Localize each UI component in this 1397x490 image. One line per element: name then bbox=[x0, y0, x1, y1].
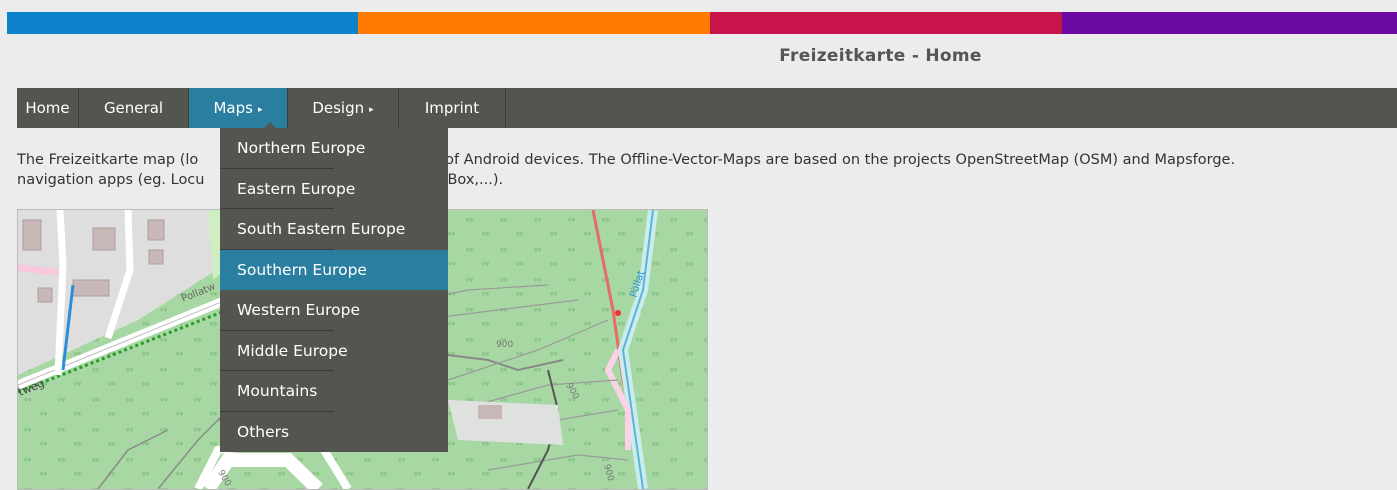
menu-item-eastern-europe[interactable]: Eastern Europe bbox=[220, 169, 448, 209]
intro-line-1a: The Freizeitkarte map (lo bbox=[17, 152, 199, 168]
main-nav: Home General Maps ▸ Design ▸ Imprint bbox=[17, 88, 1397, 128]
nav-general[interactable]: General bbox=[79, 88, 189, 128]
nav-home[interactable]: Home bbox=[17, 88, 79, 128]
map-label-contour1: 900 bbox=[496, 340, 513, 350]
menu-item-label: Others bbox=[237, 422, 290, 441]
nav-maps-label: Maps bbox=[213, 99, 253, 117]
nav-imprint[interactable]: Imprint bbox=[399, 88, 506, 128]
menu-item-label: Middle Europe bbox=[237, 341, 348, 360]
menu-item-middle-europe[interactable]: Middle Europe bbox=[220, 331, 448, 371]
menu-item-south-eastern-europe[interactable]: South Eastern Europe bbox=[220, 209, 448, 250]
color-bar-red bbox=[710, 12, 1062, 34]
menu-item-southern-europe[interactable]: Southern Europe bbox=[220, 249, 448, 290]
menu-item-label: Mountains bbox=[237, 382, 318, 400]
menu-item-western-europe[interactable]: Western Europe bbox=[220, 290, 448, 331]
page-title: Freizeitkarte - Home bbox=[779, 46, 982, 66]
intro-line-1b: users of Android devices. The Offline-Ve… bbox=[401, 152, 1236, 168]
color-bar bbox=[7, 12, 1397, 34]
menu-item-label: Eastern Europe bbox=[237, 179, 356, 198]
menu-item-label: South Eastern Europe bbox=[237, 220, 406, 238]
dropdown-pointer bbox=[264, 122, 276, 128]
nav-imprint-label: Imprint bbox=[424, 99, 480, 117]
color-bar-blue bbox=[7, 12, 358, 34]
menu-item-mountains[interactable]: Mountains bbox=[220, 371, 448, 412]
intro-line-2a: navigation apps (eg. Locu bbox=[17, 172, 205, 188]
nav-general-label: General bbox=[103, 99, 164, 117]
nav-design[interactable]: Design ▸ bbox=[288, 88, 399, 128]
nav-design-label: Design bbox=[312, 99, 365, 117]
maps-dropdown-menu: Northern Europe Eastern Europe South Eas… bbox=[220, 128, 448, 452]
color-bar-purple bbox=[1062, 12, 1397, 34]
menu-item-label: Western Europe bbox=[237, 301, 361, 319]
menu-item-others[interactable]: Others bbox=[220, 412, 448, 453]
color-bar-orange bbox=[358, 12, 710, 34]
menu-item-northern-europe[interactable]: Northern Europe bbox=[220, 128, 448, 169]
menu-item-label: Northern Europe bbox=[237, 139, 366, 157]
menu-item-label: Southern Europe bbox=[237, 260, 367, 279]
nav-home-label: Home bbox=[25, 99, 70, 117]
submenu-arrow-icon: ▸ bbox=[369, 105, 374, 115]
submenu-arrow-icon: ▸ bbox=[257, 105, 263, 115]
